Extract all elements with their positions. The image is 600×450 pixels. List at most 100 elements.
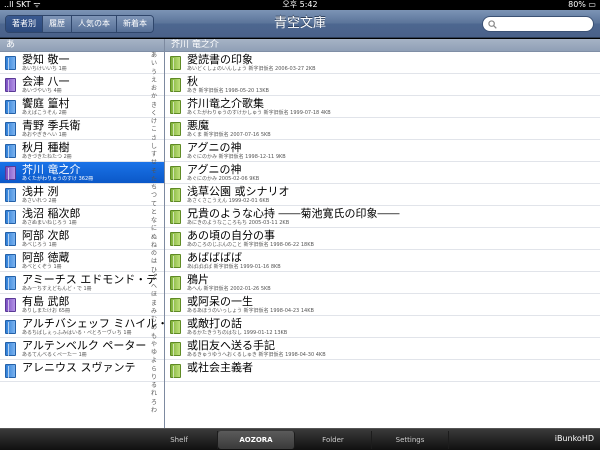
author-reading: あいづやいち 4冊 [22, 88, 62, 94]
author-name: 阿部 次郎 [22, 229, 70, 242]
index-letter[interactable]: は [148, 258, 160, 266]
index-letter[interactable]: に [148, 225, 160, 233]
author-reading: ありしまたけお 65冊 [22, 308, 70, 314]
index-letter[interactable]: し [148, 143, 160, 151]
work-row[interactable]: 愛読書の印象 あいどくしょのいんしょう 新字旧仮名 2006-03-27 2KB [165, 52, 600, 74]
author-row[interactable]: 阿部 徳蔵 あべとくぞう 1冊 [0, 250, 164, 272]
work-row[interactable]: 或社会主義者 [165, 360, 600, 382]
author-name: 有島 武郎 [22, 295, 70, 308]
index-letter[interactable]: つ [148, 192, 160, 200]
index-letter[interactable]: わ [148, 407, 160, 415]
index-letter[interactable]: う [148, 69, 160, 77]
author-reading: あるてんべるくぺーたー 1冊 [22, 352, 87, 358]
author-row[interactable]: 芥川 竜之介 あくたがわりゅうのすけ 362冊 [0, 162, 164, 184]
kana-index-bar[interactable]: あいうえおかきくけこさしすせそたちつてとなにぬねのはひふへほまみむめもやゆよらり… [148, 52, 160, 428]
work-row[interactable]: 或敵打の話 あるかたきうちのはなし 1999-01-12 13KB [165, 316, 600, 338]
work-row[interactable]: 兄貴のような心持 ――菊池寛氏の印象―― あにきのようなこころもち 2005-03… [165, 206, 600, 228]
work-title: 鴉片 [187, 273, 209, 286]
work-row[interactable]: 或旧友へ送る手記 あるきゅうゆうへおくるしゅき 新字旧仮名 1998-04-30 … [165, 338, 600, 360]
author-row[interactable]: 饗庭 篁村 あえばこうそん 2冊 [0, 96, 164, 118]
index-letter[interactable]: ろ [148, 399, 160, 407]
book-icon [170, 56, 181, 70]
author-row[interactable]: 愛知 敬一 あいちけいいち 1冊 [0, 52, 164, 74]
author-row[interactable]: 秋月 種樹 あきづきたねたつ 2冊 [0, 140, 164, 162]
works-section-header: 芥川 竜之介 [165, 39, 600, 52]
segment-by-author[interactable]: 著者別 [6, 16, 43, 32]
author-row[interactable]: 会津 八一 あいづやいち 4冊 [0, 74, 164, 96]
index-letter[interactable]: み [148, 308, 160, 316]
author-row[interactable]: 浅沼 稲次郎 あさぬまいねじろう 1冊 [0, 206, 164, 228]
index-letter[interactable]: な [148, 217, 160, 225]
author-reading: あおやぎきへい 1冊 [22, 132, 67, 138]
tab-aozora[interactable]: AOZORA [218, 431, 295, 449]
index-letter[interactable]: も [148, 333, 160, 341]
index-letter[interactable]: る [148, 382, 160, 390]
author-row[interactable]: アルテンベルク ペーター あるてんべるくぺーたー 1冊 [0, 338, 164, 360]
index-letter[interactable]: ひ [148, 267, 160, 275]
index-letter[interactable]: す [148, 151, 160, 159]
index-letter[interactable]: ぬ [148, 234, 160, 242]
index-letter[interactable]: ほ [148, 291, 160, 299]
work-row[interactable]: 悪魔 あくま 新字旧仮名 2007-07-16 5KB [165, 118, 600, 140]
index-letter[interactable]: て [148, 201, 160, 209]
segment-popular[interactable]: 人気の本 [72, 16, 117, 32]
author-row[interactable]: 浅井 洌あさいれつ 2冊 [0, 184, 164, 206]
work-row[interactable]: アグニの神 あぐにのかみ 2005-02-06 9KB [165, 162, 600, 184]
index-letter[interactable]: ね [148, 242, 160, 250]
index-letter[interactable]: さ [148, 135, 160, 143]
search-input[interactable] [482, 16, 594, 32]
index-letter[interactable]: け [148, 118, 160, 126]
work-list-panel: 芥川 竜之介 愛読書の印象 あいどくしょのいんしょう 新字旧仮名 2006-03-… [165, 39, 600, 428]
index-letter[interactable]: く [148, 110, 160, 118]
index-letter[interactable]: れ [148, 390, 160, 398]
author-row[interactable]: 阿部 次郎 あべじろう 1冊 [0, 228, 164, 250]
index-letter[interactable]: せ [148, 159, 160, 167]
tab-settings[interactable]: Settings [372, 431, 449, 449]
work-row[interactable]: 鴉片 あへん 新字旧仮名 2002-01-26 5KB [165, 272, 600, 294]
index-letter[interactable]: こ [148, 126, 160, 134]
work-row[interactable]: アグニの神 あぐにのかみ 新字旧仮名 1998-12-11 9KB [165, 140, 600, 162]
author-name: アルチバシェッフ ミハイル・ペトローヴィチ [22, 317, 164, 330]
index-letter[interactable]: よ [148, 357, 160, 365]
work-row[interactable]: 或阿呆の一生 あるあほうのいっしょう 新字旧仮名 1998-04-23 14KB [165, 294, 600, 316]
work-row[interactable]: 秋あき 新字旧仮名 1998-05-20 13KB [165, 74, 600, 96]
index-letter[interactable]: と [148, 209, 160, 217]
work-meta: あくま 新字旧仮名 2007-07-16 5KB [187, 132, 271, 138]
book-icon [170, 276, 181, 290]
index-letter[interactable]: あ [148, 52, 160, 60]
work-row[interactable]: あの頃の自分の事 あのころのじぶんのこと 新字旧仮名 1998-06-22 18K… [165, 228, 600, 250]
index-letter[interactable]: へ [148, 283, 160, 291]
index-letter[interactable]: ら [148, 366, 160, 374]
index-letter[interactable]: ち [148, 184, 160, 192]
author-row[interactable]: アルチバシェッフ ミハイル・ペトローヴィチあるちばしぇっふみはいる・ぺとろーヴぃ… [0, 316, 164, 338]
index-letter[interactable]: か [148, 93, 160, 101]
index-letter[interactable]: そ [148, 168, 160, 176]
work-row[interactable]: 芥川竜之介歌集 あくたがわりゅうのすけかしゅう 新字旧仮名 1999-07-18 … [165, 96, 600, 118]
index-letter[interactable]: き [148, 102, 160, 110]
tab-folder[interactable]: Folder [295, 431, 372, 449]
work-row[interactable]: 浅草公園 或シナリオ あさくさこうえん 1999-02-01 6KB [165, 184, 600, 206]
book-icon [170, 232, 181, 246]
index-letter[interactable]: り [148, 374, 160, 382]
index-letter[interactable]: ま [148, 300, 160, 308]
index-letter[interactable]: の [148, 250, 160, 258]
index-letter[interactable]: え [148, 77, 160, 85]
tab-shelf[interactable]: Shelf [141, 431, 218, 449]
index-letter[interactable]: い [148, 60, 160, 68]
work-meta: あのころのじぶんのこと 新字旧仮名 1998-06-22 18KB [187, 242, 314, 248]
segment-new[interactable]: 新着本 [117, 16, 153, 32]
author-row[interactable]: アレニウス スヴァンテ [0, 360, 164, 382]
index-letter[interactable]: ゆ [148, 349, 160, 357]
author-row[interactable]: 有島 武郎 ありしまたけお 65冊 [0, 294, 164, 316]
segment-history[interactable]: 履歴 [43, 16, 72, 32]
index-letter[interactable]: た [148, 176, 160, 184]
index-letter[interactable]: ふ [148, 275, 160, 283]
author-reading: あくたがわりゅうのすけ 362冊 [22, 176, 94, 182]
index-letter[interactable]: や [148, 341, 160, 349]
author-row[interactable]: 青野 季兵衛 あおやぎきへい 1冊 [0, 118, 164, 140]
author-row[interactable]: アミーチス エドモンド・デ あみーちすえどもんど・で 1冊 [0, 272, 164, 294]
work-row[interactable]: あばばばば あばばばば 新字旧仮名 1999-01-16 8KB [165, 250, 600, 272]
index-letter[interactable]: お [148, 85, 160, 93]
index-letter[interactable]: め [148, 324, 160, 332]
index-letter[interactable]: む [148, 316, 160, 324]
